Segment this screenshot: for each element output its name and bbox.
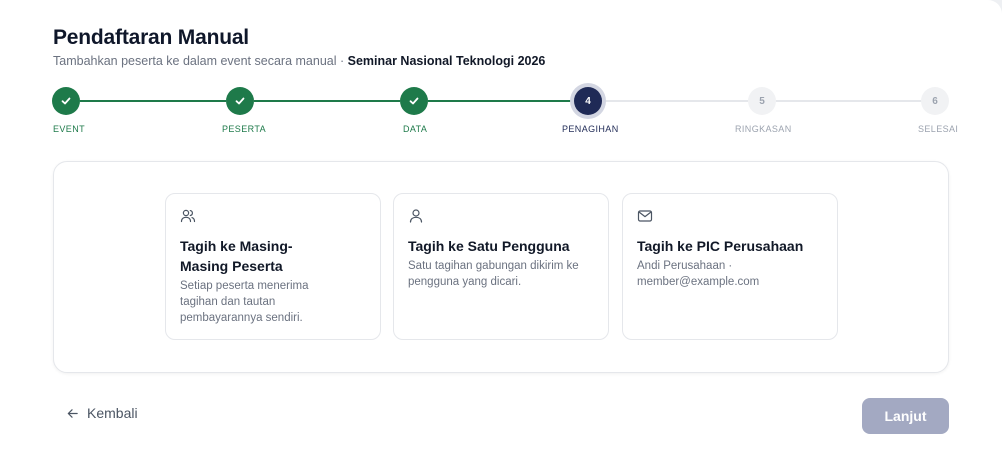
step-2-circle[interactable] bbox=[226, 87, 254, 115]
step-5-label: RINGKASAN bbox=[735, 124, 792, 134]
connector-2-3 bbox=[254, 100, 400, 102]
option-bill-single-user[interactable]: Tagih ke Satu Pengguna Satu tagihan gabu… bbox=[393, 193, 609, 340]
option-title: Tagih ke Masing- Masing Peserta bbox=[180, 236, 366, 276]
back-label: Kembali bbox=[87, 405, 138, 421]
step-3-label: DATA bbox=[403, 124, 428, 134]
step-1-label: EVENT bbox=[53, 124, 86, 134]
option-title: Tagih ke Satu Pengguna bbox=[408, 238, 570, 254]
step-1-circle[interactable] bbox=[52, 87, 80, 115]
back-button[interactable]: Kembali bbox=[66, 405, 138, 421]
next-button[interactable]: Lanjut bbox=[862, 398, 949, 434]
step-6-circle[interactable]: 6 bbox=[921, 87, 949, 115]
mail-icon bbox=[637, 210, 653, 222]
step-3-circle[interactable] bbox=[400, 87, 428, 115]
check-icon bbox=[61, 97, 71, 105]
connector-3-4 bbox=[428, 100, 574, 102]
option-bill-each-participant[interactable]: Tagih ke Masing- Masing Peserta Setiap p… bbox=[165, 193, 381, 340]
step-2-label: PESERTA bbox=[222, 124, 266, 134]
option-description: Andi Perusahaan · member@example.com bbox=[637, 258, 823, 290]
option-description: Satu tagihan gabungan dikirim ke penggun… bbox=[408, 260, 579, 288]
check-icon bbox=[409, 97, 419, 105]
connector-1-2 bbox=[80, 100, 226, 102]
step-5-circle[interactable]: 5 bbox=[748, 87, 776, 115]
stepper: EVENT PESERTA DATA 4 PENAGIHAN 5 RINGKAS… bbox=[0, 0, 1002, 140]
option-title-line-1: Tagih ke Masing- bbox=[180, 238, 293, 254]
connector-4-5 bbox=[602, 100, 748, 102]
user-icon bbox=[409, 209, 423, 223]
pic-email: member@example.com bbox=[637, 276, 760, 288]
users-icon bbox=[180, 209, 196, 223]
option-bill-company-pic[interactable]: Tagih ke PIC Perusahaan Andi Perusahaan … bbox=[622, 193, 838, 340]
option-title: Tagih ke PIC Perusahaan bbox=[637, 238, 804, 254]
option-title-line-2: Masing Peserta bbox=[180, 258, 283, 274]
step-4-label: PENAGIHAN bbox=[562, 124, 619, 134]
step-6-label: SELESAI bbox=[918, 124, 959, 134]
option-description: Setiap peserta menerima tagihan dan taut… bbox=[180, 280, 309, 324]
pic-name: Andi Perusahaan · bbox=[637, 260, 733, 272]
check-icon bbox=[235, 97, 245, 105]
step-4-circle[interactable]: 4 bbox=[574, 87, 602, 115]
connector-5-6 bbox=[776, 100, 922, 102]
page: Pendaftaran Manual Tambahkan peserta ke … bbox=[0, 0, 1002, 476]
arrow-left-icon bbox=[67, 408, 78, 418]
